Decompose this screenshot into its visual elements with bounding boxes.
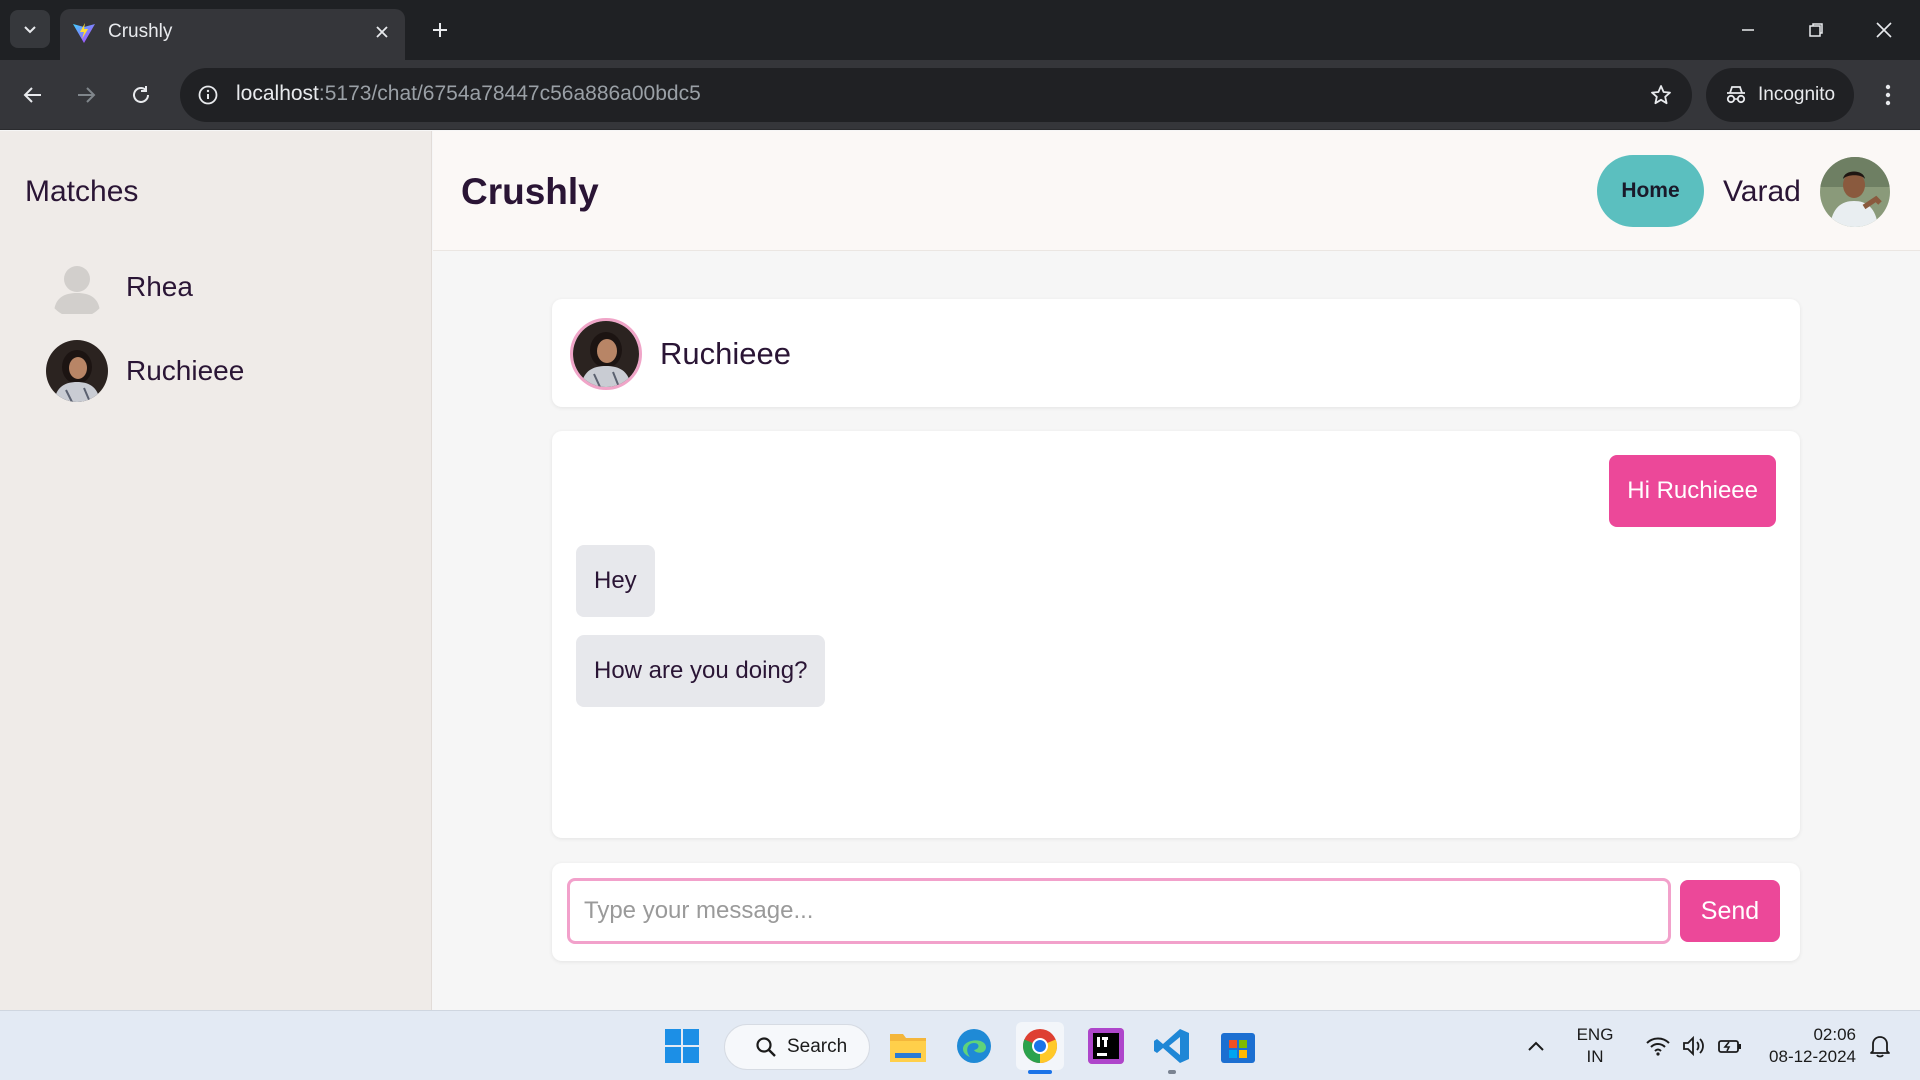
battery-icon [1718, 1040, 1741, 1053]
home-button[interactable]: Home [1597, 155, 1704, 227]
browser-tab[interactable]: Crushly [60, 9, 405, 60]
tab-list-icon [24, 26, 36, 34]
send-button[interactable]: Send [1680, 880, 1780, 942]
message-bubble-outgoing: Hi Ruchieee [1609, 455, 1776, 527]
forward-icon [78, 87, 96, 103]
notifications-button[interactable] [1860, 1022, 1900, 1070]
matches-sidebar: Matches Rhea Ruchieee [0, 131, 432, 1010]
incognito-label: Incognito [1758, 84, 1836, 105]
taskbar-vscode[interactable] [1148, 1022, 1196, 1074]
chat-header-card: Ruchieee [552, 299, 1800, 407]
profile-photo [1820, 157, 1890, 227]
search-icon [756, 1037, 776, 1057]
clock-time: 02:06 [1813, 1025, 1856, 1044]
kebab-icon [1885, 84, 1891, 106]
chevron-up-icon [1528, 1041, 1544, 1051]
default-avatar-icon [54, 266, 100, 314]
info-icon [198, 85, 218, 105]
vite-favicon-icon [73, 23, 95, 43]
active-app-indicator [1028, 1070, 1052, 1074]
back-icon [23, 87, 41, 103]
back-button[interactable] [13, 75, 53, 115]
plus-icon [433, 23, 447, 37]
start-button[interactable] [658, 1022, 706, 1070]
minimize-icon [1742, 29, 1754, 31]
forward-button[interactable] [66, 75, 106, 115]
incognito-indicator[interactable]: Incognito [1706, 68, 1854, 122]
close-window-button[interactable] [1864, 10, 1904, 50]
file-explorer-icon [890, 1034, 926, 1062]
avatar [46, 340, 108, 402]
region-code: IN [1586, 1047, 1604, 1066]
url-text: localhost:5173/chat/6754a78447c56a886a00… [236, 82, 701, 106]
brand-logo[interactable]: Crushly [461, 171, 599, 213]
tab-close-button[interactable] [369, 19, 395, 45]
tab-title: Crushly [108, 21, 173, 42]
minimize-button[interactable] [1728, 10, 1768, 50]
language-code: ENG [1576, 1025, 1614, 1044]
chat-partner-name: Ruchieee [660, 336, 791, 371]
url-host: localhost [236, 82, 319, 105]
match-name: Ruchieee [126, 355, 245, 386]
restore-icon [1809, 23, 1823, 37]
profile-photo [46, 340, 108, 402]
profile-photo [573, 321, 639, 387]
bookmark-button[interactable] [1646, 80, 1676, 110]
taskbar-store[interactable] [1214, 1022, 1262, 1070]
restore-button[interactable] [1796, 10, 1836, 50]
message-input[interactable] [567, 878, 1671, 944]
match-name: Rhea [126, 271, 193, 302]
store-icon [1221, 1033, 1255, 1063]
incognito-icon [1726, 86, 1746, 104]
vscode-icon [1154, 1029, 1189, 1063]
message-composer: Send [552, 863, 1800, 961]
reload-icon [133, 86, 149, 103]
chrome-icon [1023, 1029, 1057, 1063]
message-bubble-incoming: Hey [576, 545, 655, 617]
running-app-indicator [1168, 1070, 1176, 1074]
system-tray-status[interactable] [1634, 1022, 1754, 1070]
search-label: Search [787, 1036, 848, 1057]
reload-button[interactable] [121, 75, 161, 115]
chat-partner-avatar [570, 318, 642, 390]
sidebar-title: Matches [25, 175, 139, 208]
taskbar-search[interactable]: Search [724, 1024, 870, 1070]
user-avatar[interactable] [1820, 157, 1890, 227]
browser-menu-button[interactable] [1870, 75, 1906, 115]
current-user-name: Varad [1723, 175, 1801, 208]
new-tab-button[interactable] [424, 14, 456, 46]
clock-date: 08-12-2024 [1769, 1047, 1856, 1066]
site-info-button[interactable] [194, 81, 222, 109]
browser-toolbar: localhost:5173/chat/6754a78447c56a886a00… [0, 60, 1920, 130]
avatar [46, 256, 108, 318]
windows-start-icon [665, 1029, 699, 1063]
browser-tab-bar: Crushly [0, 0, 1920, 60]
address-bar[interactable]: localhost:5173/chat/6754a78447c56a886a00… [180, 68, 1692, 122]
url-path: :5173/chat/6754a78447c56a886a00bdc5 [318, 82, 701, 105]
edge-icon [957, 1029, 991, 1063]
language-indicator[interactable]: ENG IN [1574, 1024, 1616, 1068]
app-header: Crushly Home Varad [433, 131, 1920, 251]
bell-icon [1870, 1036, 1890, 1058]
jetbrains-icon [1088, 1028, 1124, 1064]
star-icon [1651, 85, 1671, 105]
message-bubble-incoming: How are you doing? [576, 635, 826, 707]
os-taskbar: Search ENG IN 02:06 08-12-2024 [0, 1010, 1920, 1080]
taskbar-file-explorer[interactable] [884, 1022, 932, 1070]
taskbar-chrome[interactable] [1016, 1022, 1064, 1074]
clock[interactable]: 02:06 08-12-2024 [1758, 1024, 1856, 1068]
close-icon [376, 26, 388, 38]
chat-main: Ruchieee Hi Ruchieee Hey How are you doi… [433, 252, 1920, 1010]
wifi-icon [1646, 1037, 1670, 1056]
match-item-rhea[interactable]: Rhea [46, 254, 406, 320]
show-hidden-icons-button[interactable] [1516, 1022, 1556, 1070]
taskbar-jetbrains[interactable] [1082, 1022, 1130, 1070]
volume-icon [1683, 1035, 1704, 1057]
close-icon [1876, 22, 1892, 38]
taskbar-edge[interactable] [950, 1022, 998, 1070]
message-list: Hi Ruchieee Hey How are you doing? [552, 431, 1800, 838]
tab-list-button[interactable] [10, 10, 50, 48]
match-item-ruchieee[interactable]: Ruchieee [46, 338, 406, 404]
